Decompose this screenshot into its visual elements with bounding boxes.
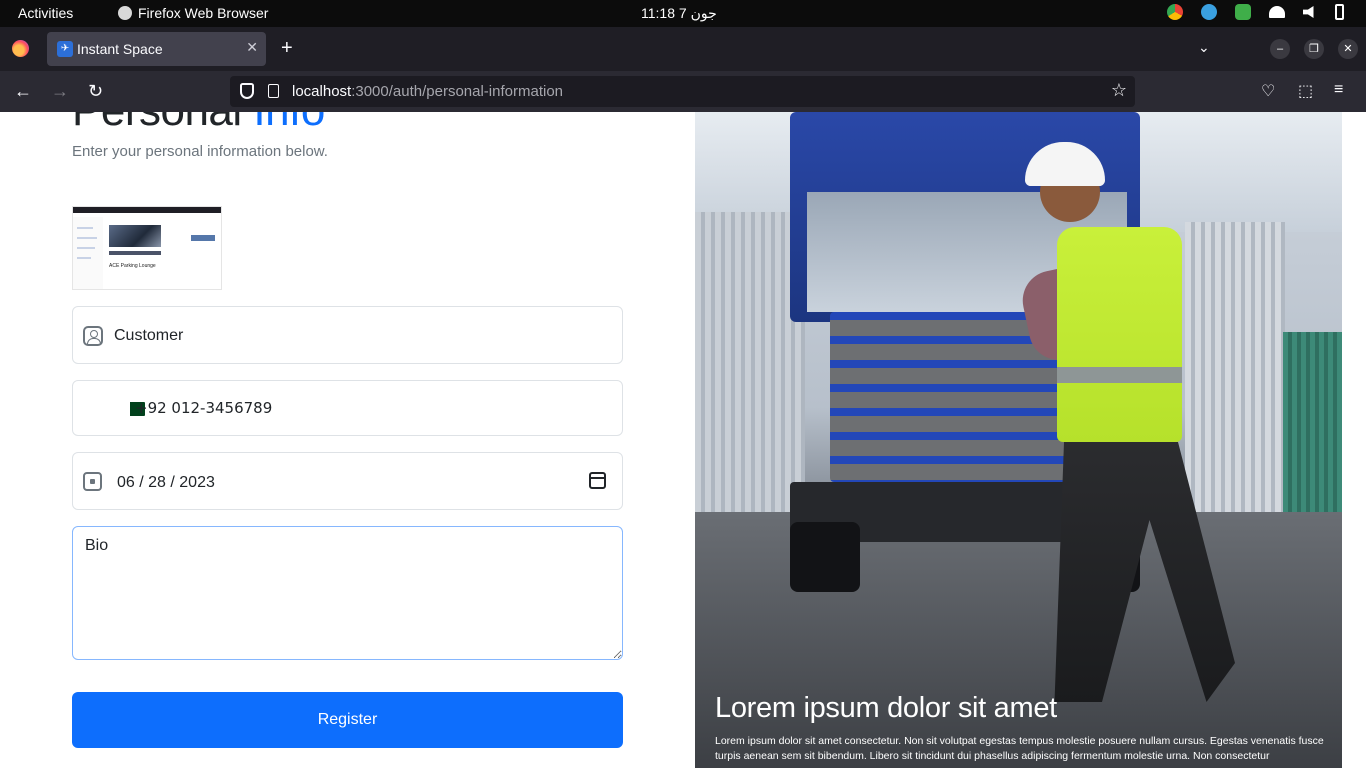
register-button[interactable]: Register [72, 692, 623, 748]
hero-description: Lorem ipsum dolor sit amet consectetur. … [715, 735, 1324, 762]
date-picker-icon[interactable] [589, 472, 606, 489]
role-field[interactable]: Customer [72, 306, 623, 364]
url-text[interactable]: localhost:3000/auth/personal-information [292, 83, 563, 100]
app-menu[interactable]: Firefox Web Browser [118, 5, 268, 21]
chrome-icon[interactable] [1167, 4, 1183, 20]
thumbnail-title: ACE Parking Lounge [109, 263, 156, 269]
profile-image-preview[interactable]: ACE Parking Lounge [72, 206, 222, 290]
calendar-icon [83, 472, 102, 491]
app-name: Firefox Web Browser [138, 5, 269, 21]
close-tab-icon[interactable]: ✕ [246, 39, 258, 56]
firefox-logo-icon[interactable] [12, 40, 29, 57]
restore-icon[interactable]: ❐ [1304, 39, 1324, 59]
update-icon[interactable] [1235, 4, 1251, 20]
firefox-small-icon [118, 6, 132, 20]
minimize-icon[interactable]: – [1270, 39, 1290, 59]
volume-icon[interactable] [1303, 6, 1314, 18]
chevron-down-icon[interactable]: ⌄ [1198, 39, 1210, 56]
extensions-icon[interactable]: ⬚ [1298, 81, 1313, 101]
phone-field[interactable]: +92 012-3456789 [72, 380, 623, 436]
page-title: Personal Info [72, 112, 325, 136]
page-subtitle: Enter your personal information below. [72, 143, 328, 160]
clock[interactable]: 11:18 7 جون [641, 5, 717, 22]
compass-app-icon[interactable] [1201, 4, 1217, 20]
hamburger-menu-icon[interactable]: ≡ [1334, 81, 1343, 99]
user-badge-icon [83, 326, 103, 346]
bio-textarea[interactable] [72, 526, 623, 660]
back-icon[interactable]: ← [14, 81, 32, 102]
new-tab-icon[interactable]: + [281, 37, 293, 60]
tab-instant-space[interactable]: ✈ Instant Space ✕ [47, 32, 266, 66]
os-top-bar: Activities Firefox Web Browser 11:18 7 ج… [0, 0, 1366, 27]
navigation-bar: ← → ↻ localhost:3000/auth/personal-infor… [0, 71, 1366, 112]
date-of-birth-field[interactable]: 06 / 28 / 2023 [72, 452, 623, 510]
close-window-icon[interactable]: ✕ [1338, 39, 1358, 59]
system-tray [1167, 4, 1344, 20]
page-info-icon[interactable] [268, 84, 279, 98]
address-bar[interactable]: localhost:3000/auth/personal-information… [230, 76, 1135, 107]
date-of-birth-value[interactable]: 06 / 28 / 2023 [117, 474, 215, 492]
forward-icon[interactable]: → [51, 81, 69, 102]
page-content: Personal Info Enter your personal inform… [0, 112, 1366, 768]
tracking-protection-icon[interactable] [240, 83, 254, 99]
reload-icon[interactable]: ↻ [88, 81, 103, 102]
hero-title: Lorem ipsum dolor sit amet [715, 692, 1057, 724]
hero-image: Lorem ipsum dolor sit amet Lorem ipsum d… [695, 112, 1342, 768]
tab-title: Instant Space [77, 41, 163, 57]
phone-input[interactable]: +92 012-3456789 [135, 399, 272, 417]
battery-icon[interactable] [1335, 4, 1344, 20]
site-favicon-icon: ✈ [57, 41, 73, 57]
activities-button[interactable]: Activities [18, 5, 73, 21]
tab-strip: ✈ Instant Space ✕ + ⌄ – ❐ ✕ [0, 27, 1366, 71]
role-value: Customer [114, 327, 184, 344]
pocket-icon[interactable]: ♡ [1261, 81, 1275, 101]
bookmark-star-icon[interactable]: ☆ [1111, 80, 1127, 101]
wifi-icon[interactable] [1269, 6, 1285, 18]
